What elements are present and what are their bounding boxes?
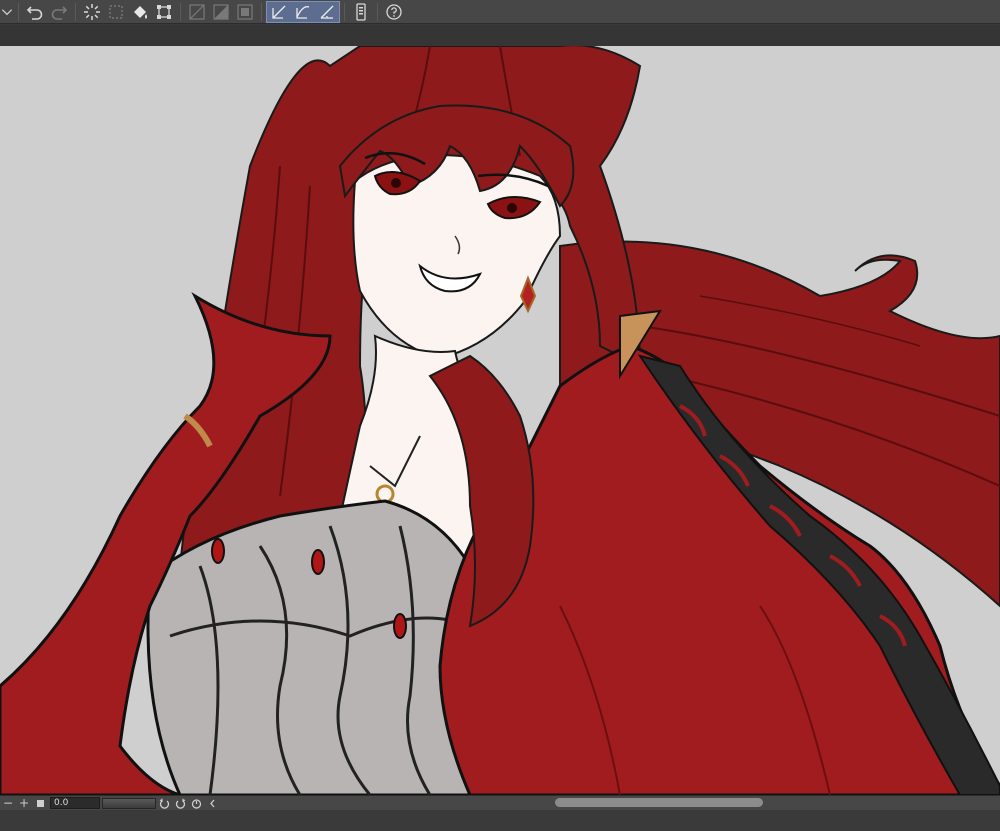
top-toolbar: [0, 0, 1000, 24]
zoom-slider[interactable]: [102, 797, 156, 809]
snap-ruler-icon[interactable]: [267, 2, 291, 22]
menu-chevron-icon[interactable]: [0, 1, 14, 23]
window-bottom-edge: [0, 811, 1000, 831]
reset-rotation-icon[interactable]: [188, 796, 204, 810]
snap-special-ruler-icon[interactable]: [291, 2, 315, 22]
toolbar-divider: [261, 2, 262, 21]
horizontal-scrollbar-thumb[interactable]: [555, 798, 763, 807]
zoom-value-field[interactable]: 0.0: [50, 797, 100, 809]
rotate-right-icon[interactable]: [172, 796, 188, 810]
chevron-left-icon[interactable]: [204, 796, 220, 810]
illustration: [0, 46, 1000, 795]
help-icon[interactable]: [382, 1, 406, 23]
zoom-out-button[interactable]: −: [0, 796, 16, 810]
device-icon[interactable]: [349, 1, 373, 23]
toolbar-divider: [180, 2, 181, 21]
toolbar-divider: [377, 2, 378, 21]
transform-icon[interactable]: [152, 1, 176, 23]
toolbar-divider: [18, 2, 19, 21]
zoom-in-button[interactable]: +: [16, 796, 32, 810]
status-bar: − + 0.0: [0, 795, 1000, 810]
rotate-left-icon[interactable]: [156, 796, 172, 810]
drawing-canvas[interactable]: [0, 46, 1000, 795]
snap-grid-icon[interactable]: [315, 2, 339, 22]
fill-selection-icon[interactable]: [233, 1, 257, 23]
selection-icon[interactable]: [104, 1, 128, 23]
toolbar-divider: [344, 2, 345, 21]
redo-icon[interactable]: [47, 1, 71, 23]
snap-tools-group: [266, 0, 340, 23]
stop-icon[interactable]: [32, 796, 48, 810]
undo-icon[interactable]: [23, 1, 47, 23]
toolbar-divider: [75, 2, 76, 21]
loading-spinner-icon[interactable]: [80, 1, 104, 23]
tool-property-strip: [0, 25, 1000, 46]
fill-icon[interactable]: [128, 1, 152, 23]
clear-inside-icon[interactable]: [209, 1, 233, 23]
clear-outside-icon[interactable]: [185, 1, 209, 23]
